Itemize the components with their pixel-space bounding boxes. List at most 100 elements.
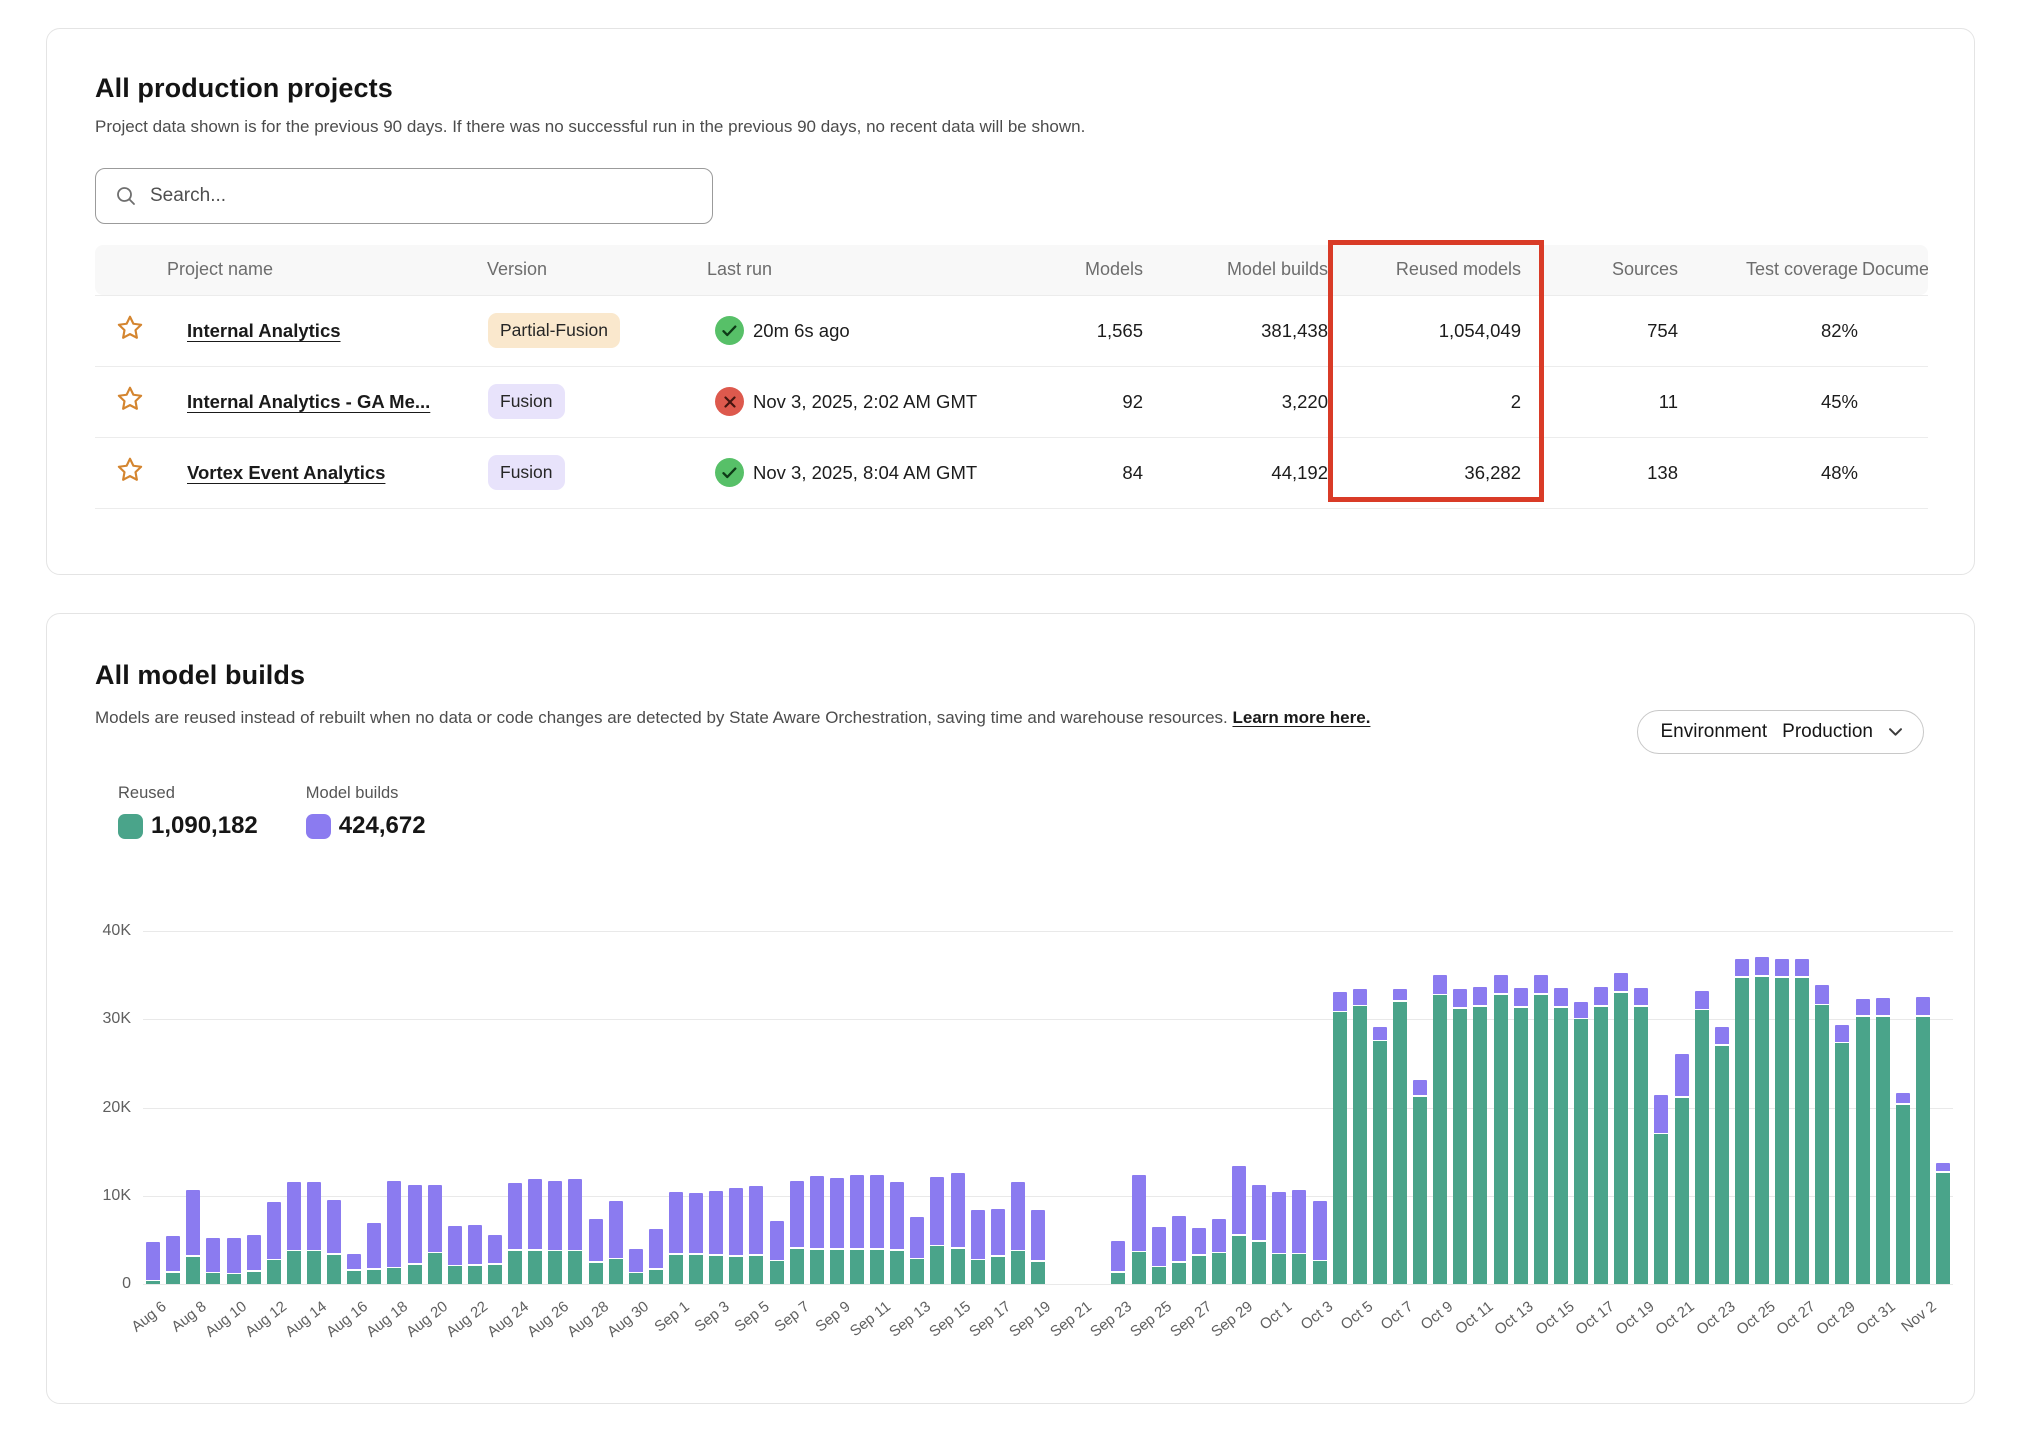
bar-model-builds-segment bbox=[609, 1201, 623, 1258]
bar-model-builds-segment bbox=[1132, 1175, 1146, 1251]
bar-model-builds-segment bbox=[327, 1200, 341, 1254]
bar-model-builds-segment bbox=[1313, 1201, 1327, 1259]
bar-model-builds-segment bbox=[1594, 987, 1608, 1006]
bar-reused-segment bbox=[1111, 1273, 1125, 1285]
sources-value: 754 bbox=[1523, 295, 1680, 366]
bar-model-builds-segment bbox=[1111, 1241, 1125, 1271]
bar-model-builds-segment bbox=[1815, 985, 1829, 1004]
bar-model-builds-segment bbox=[971, 1210, 985, 1259]
environment-dropdown[interactable]: Environment Production bbox=[1637, 710, 1924, 754]
bar-model-builds-segment bbox=[1795, 959, 1809, 977]
bar-reused-segment bbox=[1031, 1262, 1045, 1284]
bar-reused-segment bbox=[1815, 1005, 1829, 1284]
bar-model-builds-segment bbox=[1272, 1192, 1286, 1253]
bar-reused-segment bbox=[347, 1271, 361, 1284]
bar-reused-segment bbox=[1011, 1251, 1025, 1284]
bar-reused-segment bbox=[387, 1268, 401, 1284]
bar-model-builds-segment bbox=[428, 1185, 442, 1252]
project-table-row: Vortex Event AnalyticsFusionNov 3, 2025,… bbox=[95, 437, 1928, 508]
bar-reused-segment bbox=[1373, 1041, 1387, 1284]
bar-reused-segment bbox=[287, 1251, 301, 1284]
project-search-box[interactable] bbox=[95, 168, 713, 224]
learn-more-link[interactable]: Learn more here. bbox=[1232, 708, 1370, 727]
bar-model-builds-segment bbox=[1031, 1210, 1045, 1260]
bar-model-builds-segment bbox=[448, 1226, 462, 1265]
bar-model-builds-segment bbox=[930, 1177, 944, 1245]
bar-reused-segment bbox=[830, 1250, 844, 1284]
bar-model-builds-segment bbox=[910, 1217, 924, 1258]
column-header-reused-models: Reused models bbox=[1330, 245, 1523, 295]
bar-reused-segment bbox=[528, 1251, 542, 1285]
bar-model-builds-segment bbox=[1835, 1025, 1849, 1042]
builds-card-subtitle: Models are reused instead of rebuilt whe… bbox=[95, 708, 1370, 728]
bar-model-builds-segment bbox=[890, 1182, 904, 1249]
project-name-link[interactable]: Internal Analytics bbox=[187, 320, 341, 341]
bar-reused-segment bbox=[166, 1273, 180, 1285]
column-header-documentation: Documentation bbox=[1860, 245, 1928, 295]
y-axis-tick-label: 40K bbox=[71, 922, 131, 940]
gridline-0 bbox=[143, 1284, 1953, 1285]
bar-reused-segment bbox=[790, 1249, 804, 1284]
bar-reused-segment bbox=[1212, 1253, 1226, 1284]
bar-model-builds-segment bbox=[1212, 1219, 1226, 1252]
bar-model-builds-segment bbox=[729, 1188, 743, 1255]
bar-model-builds-segment bbox=[790, 1181, 804, 1247]
bar-reused-segment bbox=[1313, 1261, 1327, 1284]
bar-reused-segment bbox=[709, 1256, 723, 1284]
bar-reused-segment bbox=[448, 1266, 462, 1284]
favorite-star-icon[interactable] bbox=[115, 455, 145, 485]
favorite-star-cell[interactable] bbox=[95, 437, 165, 508]
bar-model-builds-segment bbox=[1695, 991, 1709, 1009]
column-header-project-name: Project name bbox=[165, 245, 485, 295]
model-builds-value: 381,438 bbox=[1145, 295, 1330, 366]
model-builds-card: All model builds Models are reused inste… bbox=[46, 613, 1975, 1404]
search-input[interactable] bbox=[150, 185, 694, 207]
bar-model-builds-segment bbox=[810, 1176, 824, 1248]
table-header-row: Project nameVersionLast runModelsModel b… bbox=[95, 245, 1928, 295]
bar-reused-segment bbox=[1896, 1105, 1910, 1284]
bar-reused-segment bbox=[1594, 1007, 1608, 1284]
environment-dropdown-label: Environment bbox=[1660, 721, 1767, 743]
bar-model-builds-segment bbox=[1413, 1080, 1427, 1095]
bar-model-builds-segment bbox=[548, 1181, 562, 1250]
bar-reused-segment bbox=[1514, 1008, 1528, 1284]
bar-reused-segment bbox=[850, 1250, 864, 1284]
bar-model-builds-segment bbox=[1494, 975, 1508, 994]
bar-reused-segment bbox=[408, 1265, 422, 1284]
project-name-link[interactable]: Internal Analytics - GA Me... bbox=[187, 391, 430, 412]
bar-model-builds-segment bbox=[1232, 1166, 1246, 1234]
favorite-star-cell[interactable] bbox=[95, 295, 165, 366]
last-run-text: Nov 3, 2025, 2:02 AM GMT bbox=[753, 391, 977, 413]
legend-color-swatch bbox=[306, 814, 331, 839]
success-check-icon bbox=[722, 467, 737, 479]
bar-reused-segment bbox=[649, 1270, 663, 1284]
bar-model-builds-segment bbox=[1735, 959, 1749, 977]
bar-model-builds-segment bbox=[749, 1186, 763, 1254]
bar-reused-segment bbox=[367, 1270, 381, 1284]
bar-reused-segment bbox=[589, 1263, 603, 1284]
bar-reused-segment bbox=[1614, 993, 1628, 1284]
bar-model-builds-segment bbox=[568, 1179, 582, 1250]
bar-reused-segment bbox=[1272, 1254, 1286, 1284]
favorite-star-icon[interactable] bbox=[115, 313, 145, 343]
bar-reused-segment bbox=[1835, 1043, 1849, 1284]
bar-model-builds-segment bbox=[1353, 989, 1367, 1005]
bar-model-builds-segment bbox=[1152, 1227, 1166, 1266]
favorite-star-icon[interactable] bbox=[115, 384, 145, 414]
model-builds-value: 44,192 bbox=[1145, 437, 1330, 508]
bar-reused-segment bbox=[206, 1273, 220, 1284]
test-coverage-value: 48% bbox=[1680, 437, 1860, 508]
bar-model-builds-segment bbox=[1936, 1163, 1950, 1172]
bar-reused-segment bbox=[227, 1274, 241, 1284]
project-name-link[interactable]: Vortex Event Analytics bbox=[187, 462, 385, 483]
favorite-star-cell[interactable] bbox=[95, 366, 165, 437]
bar-model-builds-segment bbox=[1574, 1002, 1588, 1018]
bar-model-builds-segment bbox=[589, 1219, 603, 1261]
sources-value: 138 bbox=[1523, 437, 1680, 508]
bar-model-builds-segment bbox=[1876, 998, 1890, 1016]
legend-group-model-builds: Model builds424,672 bbox=[306, 784, 426, 840]
reused-models-value: 1,054,049 bbox=[1330, 295, 1523, 366]
bar-reused-segment bbox=[1574, 1019, 1588, 1284]
bar-reused-segment bbox=[1333, 1012, 1347, 1284]
bar-reused-segment bbox=[1876, 1017, 1890, 1284]
